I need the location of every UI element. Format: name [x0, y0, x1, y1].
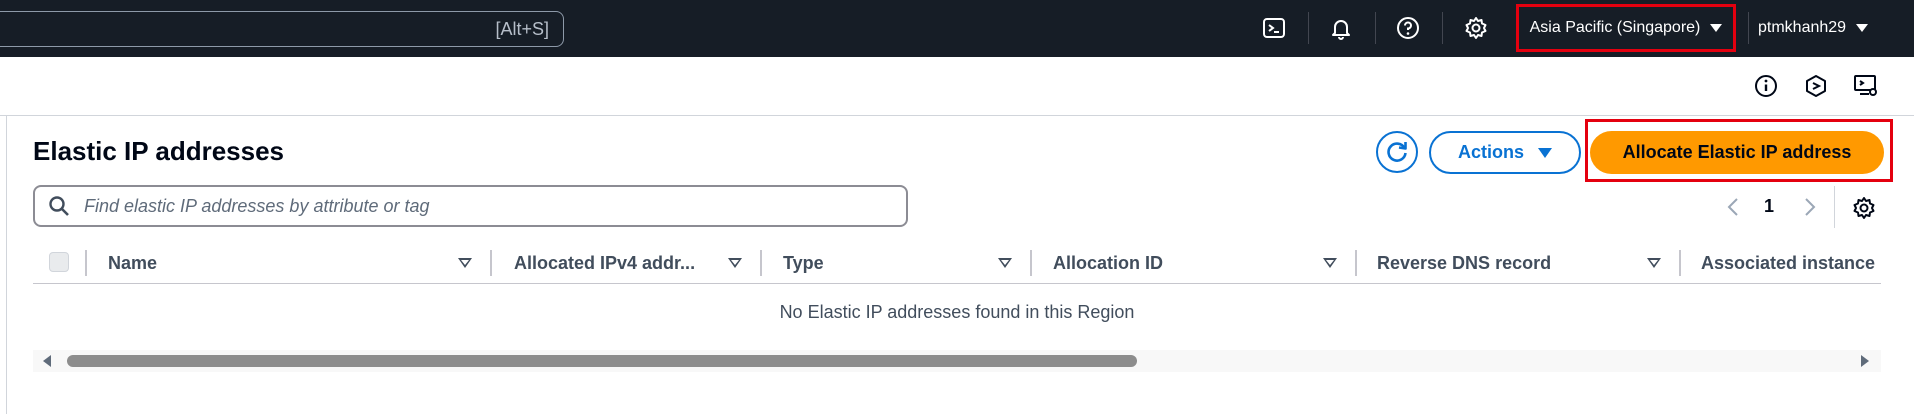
column-header-allocated-ipv4[interactable]: Allocated IPv4 addr...	[514, 245, 714, 281]
account-menu[interactable]: ptmkhanh29	[1758, 4, 1869, 52]
next-page-icon[interactable]	[1798, 195, 1822, 219]
current-page-number[interactable]: 1	[1764, 196, 1774, 217]
gear-icon[interactable]	[1459, 11, 1493, 45]
bell-icon[interactable]	[1324, 11, 1358, 45]
table-preferences-gear-icon[interactable]	[1850, 194, 1878, 222]
actions-label: Actions	[1457, 142, 1524, 162]
notifications-hexagon-icon[interactable]	[1800, 70, 1832, 102]
help-icon[interactable]	[1391, 11, 1425, 45]
allocate-elastic-ip-button[interactable]: Allocate Elastic IP address	[1590, 131, 1884, 174]
sort-icon[interactable]	[1323, 258, 1337, 268]
page-title: Elastic IP addresses	[33, 136, 285, 166]
column-divider	[490, 250, 492, 276]
refresh-icon	[1387, 142, 1407, 162]
table-header: Name Allocated IPv4 addr... Type Allocat…	[33, 245, 1881, 284]
utility-bar	[0, 57, 1914, 116]
region-selector[interactable]: Asia Pacific (Singapore)	[1516, 4, 1736, 52]
sort-icon[interactable]	[728, 258, 742, 268]
nav-divider	[1375, 12, 1376, 44]
caret-down-icon	[1856, 24, 1869, 32]
search-shortcut-hint: [Alt+S]	[495, 19, 549, 39]
column-label: Associated instance I	[1701, 252, 1881, 273]
info-icon[interactable]	[1750, 70, 1782, 102]
scrollbar-thumb[interactable]	[67, 355, 1137, 367]
nav-divider	[1308, 12, 1309, 44]
nav-divider	[1442, 12, 1443, 44]
actions-dropdown-button[interactable]: Actions	[1429, 131, 1581, 174]
column-header-name[interactable]: Name	[108, 245, 398, 281]
column-label: Allocated IPv4 addr...	[514, 252, 696, 273]
scroll-left-arrow-icon[interactable]	[43, 355, 51, 367]
top-navigation-bar: [Alt+S] Asia Pacific (Singapore) ptmkhan…	[0, 0, 1914, 57]
refresh-button[interactable]	[1376, 131, 1418, 173]
content-left-border	[6, 115, 7, 414]
column-header-type[interactable]: Type	[783, 245, 983, 281]
search-bar[interactable]: [Alt+S]	[0, 11, 564, 47]
display-settings-icon[interactable]	[1850, 70, 1882, 102]
scroll-right-arrow-icon[interactable]	[1861, 355, 1869, 367]
caret-down-icon	[1538, 147, 1552, 158]
column-divider	[1030, 250, 1032, 276]
empty-table-message: No Elastic IP addresses found in this Re…	[779, 302, 1135, 322]
column-header-reverse-dns[interactable]: Reverse DNS record	[1377, 245, 1637, 281]
column-divider	[760, 250, 762, 276]
filter-field[interactable]	[33, 185, 908, 227]
filter-input[interactable]	[82, 194, 886, 218]
sort-icon[interactable]	[458, 258, 472, 268]
account-username: ptmkhanh29	[1758, 19, 1847, 36]
select-all-checkbox[interactable]	[49, 252, 69, 272]
column-label: Reverse DNS record	[1377, 252, 1552, 273]
column-label: Allocation ID	[1053, 252, 1164, 273]
column-label: Name	[108, 252, 158, 273]
sort-icon[interactable]	[1647, 258, 1661, 268]
region-label: Asia Pacific (Singapore)	[1529, 19, 1701, 36]
column-divider	[1355, 250, 1357, 276]
column-label: Type	[783, 252, 824, 273]
column-divider	[1679, 250, 1681, 276]
horizontal-scrollbar[interactable]	[33, 350, 1881, 372]
column-header-associated-instance[interactable]: Associated instance I	[1701, 245, 1881, 281]
search-icon	[48, 193, 74, 219]
cloudshell-icon[interactable]	[1257, 11, 1291, 45]
pagination-divider	[1834, 186, 1835, 228]
sort-icon[interactable]	[998, 258, 1012, 268]
caret-down-icon	[1710, 24, 1723, 32]
column-header-allocation-id[interactable]: Allocation ID	[1053, 245, 1313, 281]
nav-divider	[1748, 12, 1749, 44]
previous-page-icon[interactable]	[1721, 195, 1745, 219]
column-divider	[85, 250, 87, 276]
